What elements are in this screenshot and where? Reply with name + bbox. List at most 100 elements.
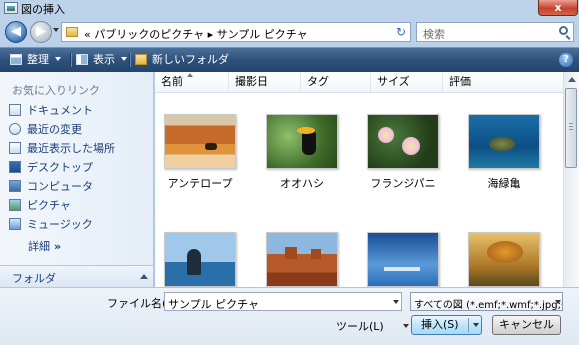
music-icon — [9, 218, 21, 230]
recent-changes-icon — [9, 123, 21, 135]
column-header-row: 名前 撮影日 タグ サイズ 評価 — [155, 72, 563, 93]
view-icon — [76, 54, 88, 65]
tree-thumbnail[interactable] — [468, 232, 540, 287]
tools-button[interactable]: ツール(L) — [336, 318, 410, 334]
file-name[interactable]: アンテロープ — [150, 175, 250, 191]
chevron-down-icon[interactable] — [555, 300, 561, 304]
sidebar-item-label: 最近の変更 — [27, 123, 82, 136]
sidebar-item-label: 最近表示した場所 — [27, 142, 115, 155]
help-icon[interactable]: ? — [559, 53, 573, 67]
close-button[interactable]: x — [538, 0, 578, 16]
details-link[interactable]: 詳細 » — [28, 238, 61, 254]
antelope-thumbnail[interactable] — [164, 114, 236, 169]
pictures-icon — [9, 199, 21, 211]
insert-label: 挿入(S) — [421, 318, 459, 331]
double-chevron-icon: » — [54, 240, 62, 253]
picture-app-icon — [4, 2, 18, 14]
refresh-icon[interactable]: ↻ — [391, 22, 411, 42]
sidebar-item-pictures[interactable]: ピクチャ — [9, 197, 71, 214]
desert-thumbnail[interactable] — [266, 232, 338, 287]
folders-label: フォルダ — [12, 272, 56, 285]
mesa-rock — [285, 247, 297, 259]
computer-icon — [9, 180, 21, 192]
chevron-down-icon — [121, 57, 127, 61]
turtle-shell — [489, 137, 515, 151]
chevron-up-icon — [140, 274, 148, 279]
sidebar-item-label: ドキュメント — [27, 104, 93, 117]
scrollbar-thumb[interactable] — [565, 88, 577, 168]
sidebar-item-label: ミュージック — [27, 218, 93, 231]
folders-toggle[interactable]: フォルダ — [0, 265, 153, 288]
flower-icon — [402, 137, 420, 155]
navigation-bar: ◀ ▶ « パブリックのピクチャ ▸ サンプル ピクチャ ↻ 検索 — [0, 17, 579, 47]
cancel-button[interactable]: キャンセル — [492, 315, 561, 335]
search-icon[interactable] — [559, 26, 568, 35]
new-folder-button[interactable]: 新しいフォルダ — [135, 52, 229, 68]
insert-button[interactable]: 挿入(S) — [411, 315, 482, 335]
toucan-beak — [297, 127, 315, 134]
details-label: 詳細 — [28, 240, 50, 253]
vertical-scrollbar[interactable] — [563, 72, 579, 287]
filename-field[interactable]: サンプル ピクチャ — [164, 292, 402, 311]
whale-tail — [187, 249, 201, 275]
file-type-select[interactable]: すべての図 (*.emf;*.wmf;*.jpg;*.jpe — [410, 292, 563, 311]
favorite-links-title: お気に入りリンク — [12, 84, 100, 97]
organize-icon — [10, 54, 22, 65]
frangipani-thumbnail[interactable] — [367, 114, 439, 169]
search-placeholder: 検索 — [423, 28, 445, 41]
desktop-icon — [9, 161, 21, 173]
view-button[interactable]: 表示 — [76, 52, 127, 68]
sidebar-item-documents[interactable]: ドキュメント — [9, 102, 93, 119]
sidebar-item-label: デスクトップ — [27, 161, 93, 174]
sidebar-item-computer[interactable]: コンピュータ — [9, 178, 93, 195]
file-name[interactable]: オオハシ — [252, 175, 352, 191]
file-type-value: すべての図 (*.emf;*.wmf;*.jpg;*.jpe — [414, 300, 562, 311]
file-name[interactable]: 海緑亀 — [454, 175, 554, 191]
sidebar-item-label: コンピュータ — [27, 180, 93, 193]
mesa-rock — [311, 249, 321, 259]
back-button[interactable]: ◀ — [5, 21, 27, 43]
filename-dropdown-icon[interactable] — [393, 300, 399, 304]
sidebar-item-recent-changes[interactable]: 最近の変更 — [9, 121, 82, 138]
new-folder-label: 新しいフォルダ — [152, 53, 229, 66]
column-header-tags[interactable]: タグ — [301, 72, 371, 92]
antelope-silhouette — [205, 143, 217, 150]
toucan-thumbnail[interactable] — [266, 114, 338, 169]
flower-icon — [378, 127, 394, 143]
boat-shape — [384, 267, 420, 271]
whale-thumbnail[interactable] — [164, 232, 236, 287]
dialog-footer: ファイル名(N): サンプル ピクチャ すべての図 (*.emf;*.wmf;*… — [0, 287, 579, 345]
chevron-down-icon[interactable] — [473, 323, 479, 327]
column-header-size[interactable]: サイズ — [371, 72, 443, 92]
tree-canopy — [487, 241, 523, 263]
tools-label: ツール(L) — [336, 320, 384, 333]
navigation-pane: お気に入りリンク ドキュメント 最近の変更 最近表示した場所 デスクトップ コン… — [0, 72, 154, 288]
sidebar-item-music[interactable]: ミュージック — [9, 216, 93, 233]
insert-picture-dialog: 図の挿入 x ◀ ▶ « パブリックのピクチャ ▸ サンプル ピクチャ ↻ 検索… — [0, 0, 579, 345]
file-list-pane: 名前 撮影日 タグ サイズ 評価 アンテロープ オオハシ フランジパニ 海緑亀 — [155, 72, 579, 287]
search-input[interactable]: 検索 — [416, 22, 574, 42]
forward-button[interactable]: ▶ — [30, 21, 52, 43]
sidebar-item-recent-places[interactable]: 最近表示した場所 — [9, 140, 115, 157]
sidebar-item-desktop[interactable]: デスクトップ — [9, 159, 93, 176]
organize-label: 整理 — [27, 53, 49, 66]
history-dropdown-icon[interactable] — [53, 28, 59, 32]
documents-icon — [9, 104, 21, 116]
filename-value[interactable]: サンプル ピクチャ — [168, 296, 259, 312]
address-bar[interactable]: « パブリックのピクチャ ▸ サンプル ピクチャ — [61, 22, 443, 42]
scroll-up-icon[interactable] — [568, 77, 576, 82]
column-header-date-taken[interactable]: 撮影日 — [229, 72, 301, 92]
recent-places-icon — [9, 142, 21, 154]
sort-ascending-icon — [187, 73, 193, 77]
sidebar-item-label: ピクチャ — [27, 199, 71, 212]
organize-button[interactable]: 整理 — [10, 52, 61, 68]
lake-thumbnail[interactable] — [367, 232, 439, 287]
column-header-rating[interactable]: 評価 — [443, 72, 563, 92]
chevron-down-icon — [55, 57, 61, 61]
split-divider — [468, 318, 469, 332]
file-name[interactable]: フランジパニ — [353, 175, 453, 191]
folder-icon — [66, 27, 78, 37]
address-path[interactable]: « パブリックのピクチャ ▸ サンプル ピクチャ — [84, 26, 308, 42]
sea-turtle-thumbnail[interactable] — [468, 114, 540, 169]
new-folder-icon — [135, 54, 147, 65]
